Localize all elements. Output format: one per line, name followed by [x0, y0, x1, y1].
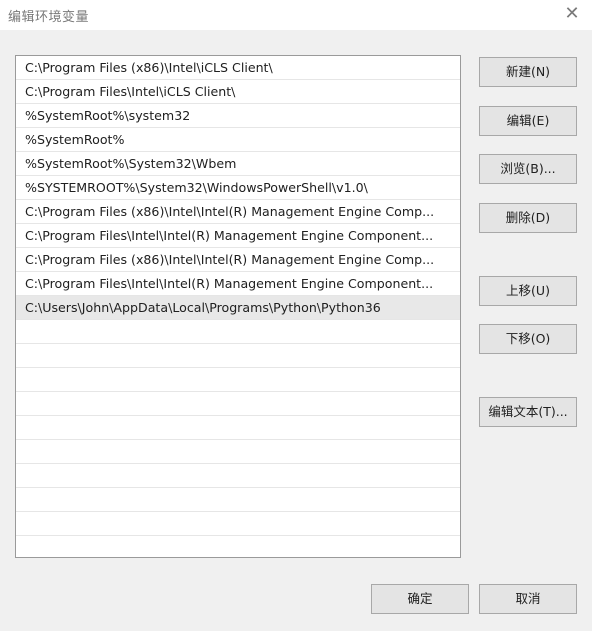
- path-list-empty-row[interactable]: [16, 344, 460, 368]
- path-list-empty-row[interactable]: [16, 320, 460, 344]
- path-list-item[interactable]: C:\Program Files (x86)\Intel\Intel(R) Ma…: [16, 200, 460, 224]
- path-list-item[interactable]: %SystemRoot%\System32\Wbem: [16, 152, 460, 176]
- edit-button[interactable]: 编辑(E): [479, 106, 577, 136]
- move-up-button[interactable]: 上移(U): [479, 276, 577, 306]
- path-list-empty-row[interactable]: [16, 464, 460, 488]
- path-list-empty-row[interactable]: [16, 392, 460, 416]
- path-list-item[interactable]: C:\Program Files\Intel\Intel(R) Manageme…: [16, 272, 460, 296]
- path-list-empty-row[interactable]: [16, 416, 460, 440]
- cancel-button[interactable]: 取消: [479, 584, 577, 614]
- path-list-item[interactable]: C:\Program Files\Intel\iCLS Client\: [16, 80, 460, 104]
- path-list-item[interactable]: C:\Users\John\AppData\Local\Programs\Pyt…: [16, 296, 460, 320]
- dialog-title: 编辑环境变量: [8, 10, 90, 25]
- path-list-empty-row[interactable]: [16, 440, 460, 464]
- delete-button[interactable]: 删除(D): [479, 203, 577, 233]
- path-list-item[interactable]: C:\Program Files\Intel\Intel(R) Manageme…: [16, 224, 460, 248]
- path-list-item[interactable]: %SystemRoot%: [16, 128, 460, 152]
- edit-text-button[interactable]: 编辑文本(T)...: [479, 397, 577, 427]
- path-list-item[interactable]: C:\Program Files (x86)\Intel\Intel(R) Ma…: [16, 248, 460, 272]
- title-bar: 编辑环境变量 ✕: [0, 0, 592, 30]
- move-down-button[interactable]: 下移(O): [479, 324, 577, 354]
- path-list-empty-row[interactable]: [16, 488, 460, 512]
- close-icon[interactable]: ✕: [562, 4, 582, 24]
- new-button[interactable]: 新建(N): [479, 57, 577, 87]
- path-list-item[interactable]: %SystemRoot%\system32: [16, 104, 460, 128]
- path-list-empty-row[interactable]: [16, 536, 460, 557]
- edit-env-variable-dialog: 编辑环境变量 ✕ C:\Program Files (x86)\Intel\iC…: [0, 0, 592, 631]
- browse-button[interactable]: 浏览(B)...: [479, 154, 577, 184]
- path-list-empty-row[interactable]: [16, 512, 460, 536]
- ok-button[interactable]: 确定: [371, 584, 469, 614]
- path-list-empty-row[interactable]: [16, 368, 460, 392]
- path-list-item[interactable]: %SYSTEMROOT%\System32\WindowsPowerShell\…: [16, 176, 460, 200]
- path-list[interactable]: C:\Program Files (x86)\Intel\iCLS Client…: [15, 55, 461, 558]
- path-list-item[interactable]: C:\Program Files (x86)\Intel\iCLS Client…: [16, 56, 460, 80]
